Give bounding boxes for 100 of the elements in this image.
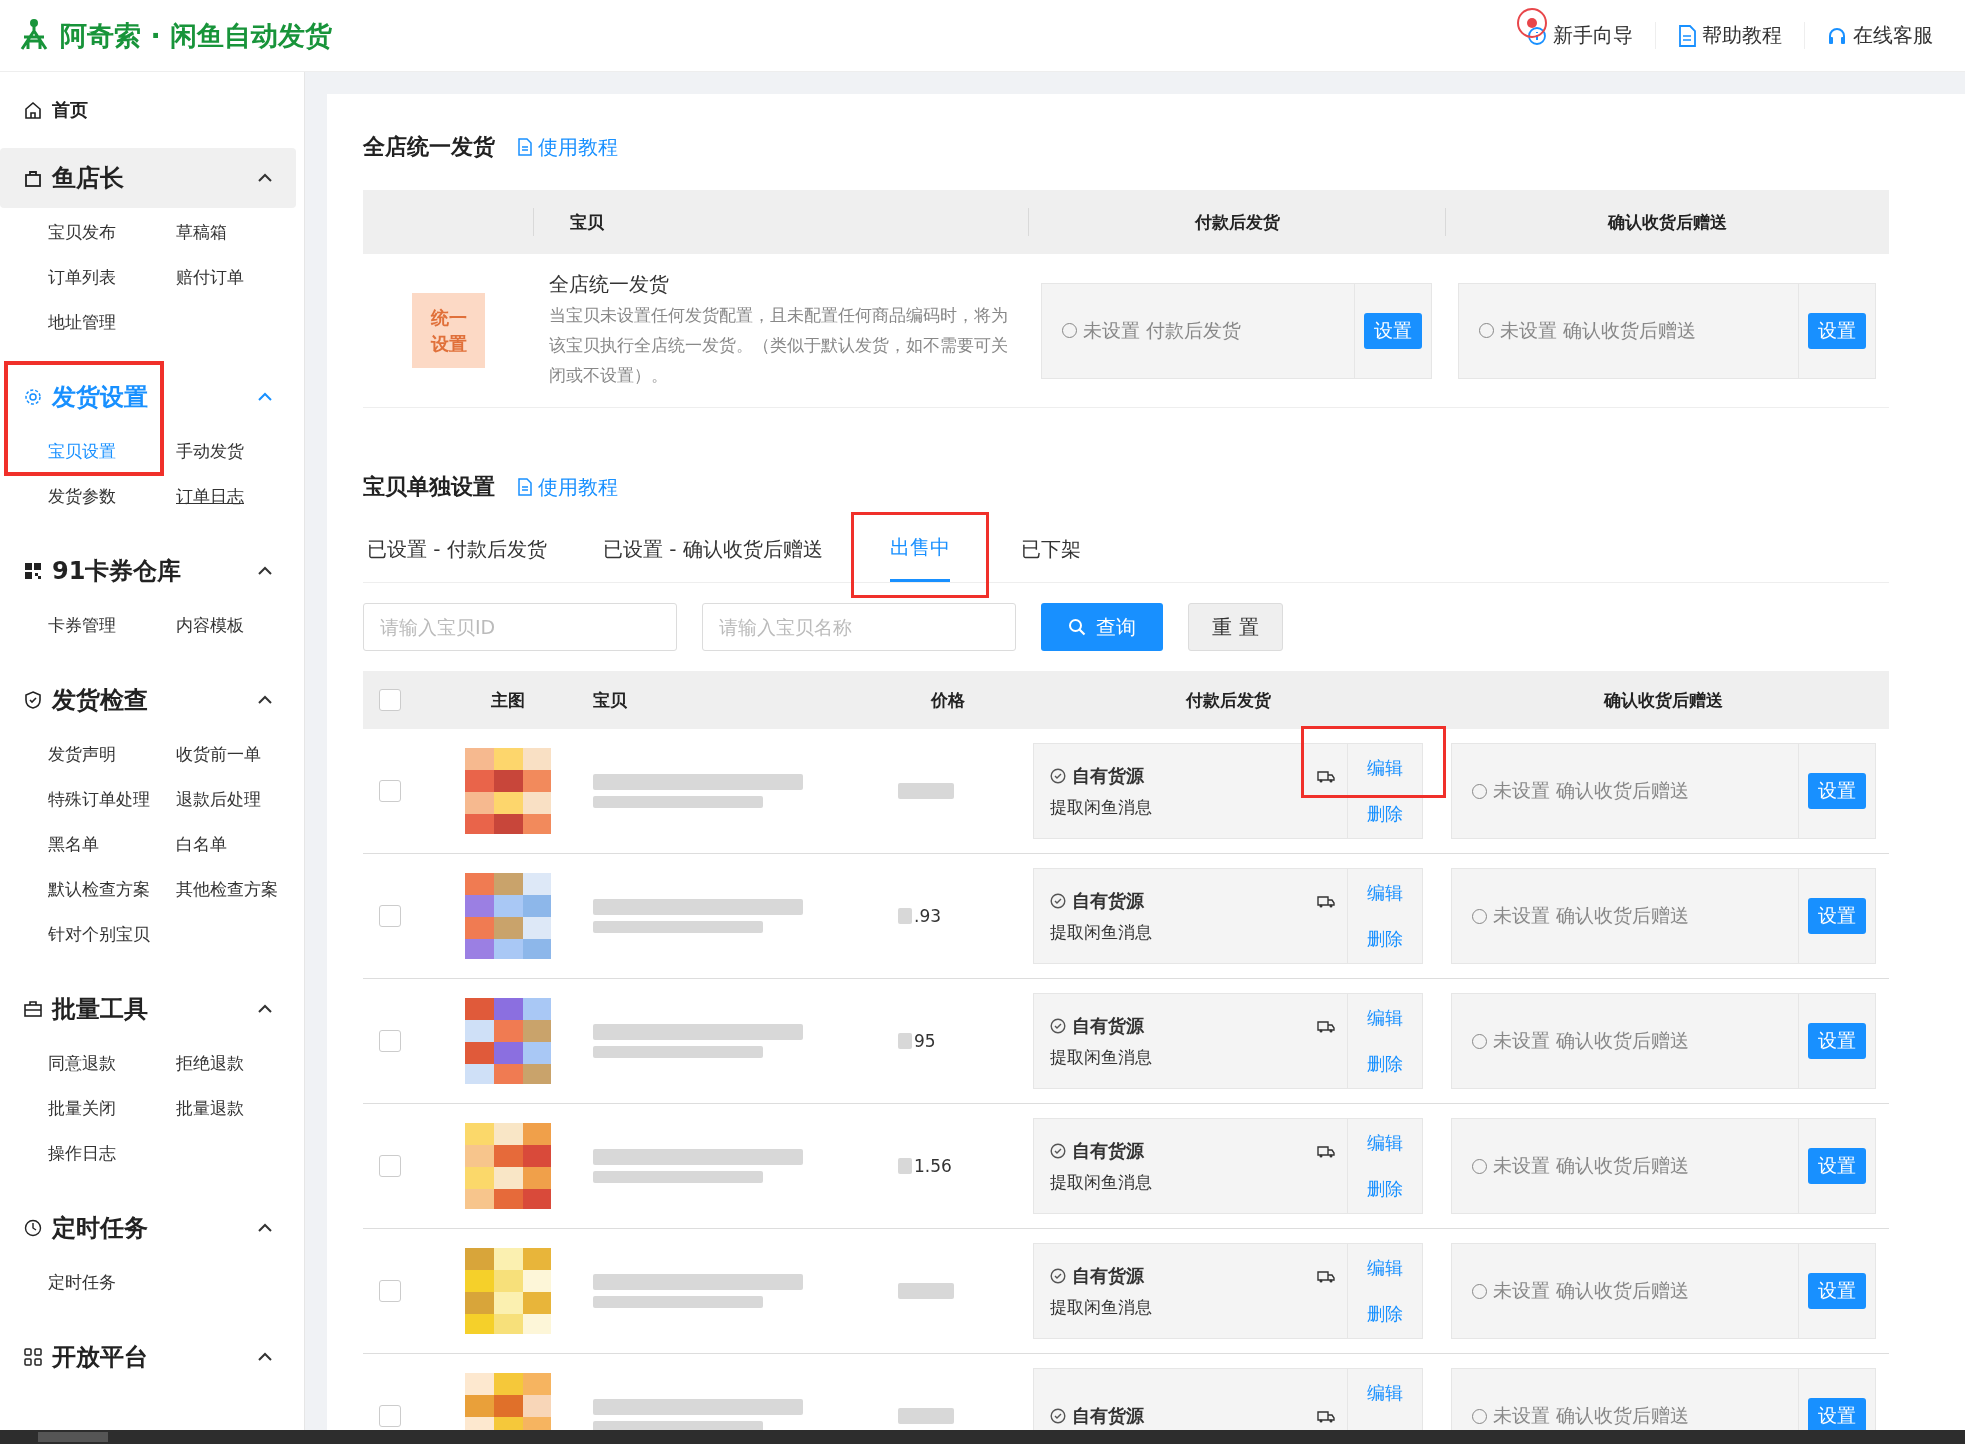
status-text: 未设置 付款后发货: [1042, 283, 1354, 378]
document-icon: [517, 138, 532, 156]
menu-group-header[interactable]: 发货检查: [0, 670, 296, 730]
blurred-text: [898, 908, 912, 924]
qr-icon: [24, 562, 42, 580]
header-link[interactable]: 帮助教程: [1655, 22, 1804, 49]
source-label: 自有货源: [1050, 763, 1144, 788]
truck-icon: [1317, 1018, 1335, 1033]
menu-group-header[interactable]: 鱼店长: [0, 148, 296, 208]
document-icon: [517, 478, 532, 496]
menu-item[interactable]: 地址管理: [48, 300, 176, 345]
menu-item[interactable]: 发货参数: [48, 474, 176, 519]
menu-item[interactable]: 订单日志: [176, 474, 304, 519]
menu-item[interactable]: 手动发货: [176, 429, 304, 474]
search-icon: [1068, 618, 1086, 636]
truck-icon: [1317, 893, 1335, 908]
row-checkbox[interactable]: [379, 1280, 401, 1302]
section-title: 宝贝单独设置: [363, 473, 495, 501]
apps-icon: [24, 1348, 42, 1366]
menu-item[interactable]: 针对个别宝贝: [48, 912, 176, 957]
menu-item[interactable]: 白名单: [176, 822, 304, 867]
row-checkbox[interactable]: [379, 905, 401, 927]
shield-icon: [24, 691, 42, 709]
column-header: 价格: [929, 689, 966, 712]
check-circle-icon: [1050, 1142, 1066, 1159]
status-text: 未设置 确认收货后赠送: [1452, 1244, 1798, 1338]
menu-item[interactable]: 退款后处理: [176, 777, 304, 822]
menu-group-header[interactable]: 批量工具: [0, 979, 296, 1039]
reset-button[interactable]: 重 置: [1188, 603, 1283, 651]
truck-icon: [1317, 1143, 1335, 1158]
menu-item[interactable]: 草稿箱: [176, 210, 304, 255]
column-header: 付款后发货: [1184, 689, 1272, 712]
headset-icon: [1827, 25, 1847, 46]
menu-item[interactable]: 订单列表: [48, 255, 176, 300]
menu-group-header[interactable]: 91卡券仓库: [0, 541, 296, 601]
action-text: 提取闲鱼消息: [1050, 1045, 1153, 1069]
check-circle-icon: [1050, 1017, 1066, 1034]
select-all-checkbox[interactable]: [379, 689, 401, 711]
clock-icon: [24, 1219, 42, 1237]
menu-item[interactable]: 赔付订单: [176, 255, 304, 300]
tab[interactable]: 已设置 - 确认收货后赠送: [598, 520, 827, 582]
column-header: 付款后发货: [1028, 208, 1445, 236]
menu-item[interactable]: 批量退款: [176, 1086, 304, 1131]
menu-item[interactable]: 宝贝发布: [48, 210, 176, 255]
menu-item[interactable]: 其他检查方案: [176, 867, 304, 912]
unified-badge: 统一 设置: [412, 293, 485, 368]
row-checkbox[interactable]: [379, 1155, 401, 1177]
home-menu-item[interactable]: 首页: [0, 86, 304, 134]
truck-icon: [1317, 1268, 1335, 1283]
tab[interactable]: 已设置 - 付款后发货: [363, 520, 551, 582]
menu-item[interactable]: 收货前一单: [176, 732, 304, 777]
action-text: 提取闲鱼消息: [1050, 920, 1153, 944]
action-text: 提取闲鱼消息: [1050, 1170, 1153, 1194]
menu-item[interactable]: 批量关闭: [48, 1086, 176, 1131]
blurred-text: [898, 783, 954, 799]
status-text: 未设置 确认收货后赠送: [1459, 283, 1798, 378]
menu-item[interactable]: 特殊订单处理: [48, 777, 176, 822]
source-label: 自有货源: [1050, 1138, 1144, 1163]
menu-item[interactable]: 操作日志: [48, 1131, 176, 1176]
column-header: 确认收货后赠送: [1445, 208, 1889, 236]
tab[interactable]: 已下架: [1016, 520, 1085, 582]
menu-group-header[interactable]: 定时任务: [0, 1198, 296, 1258]
price-text: 1.56: [914, 1156, 952, 1176]
menu-item[interactable]: 拒绝退款: [176, 1041, 304, 1086]
id-search-field[interactable]: 请输入宝贝ID: [363, 603, 677, 651]
description: 当宝贝未设置任何发货配置，且未配置任何商品编码时，将为该宝贝执行全店统一发货。（类似于默认发货，如不需要可关闭或不设置）。: [549, 304, 1008, 387]
menu-item[interactable]: 内容模板: [176, 603, 304, 648]
document-icon: [1678, 24, 1696, 47]
header-link[interactable]: 在线客服: [1804, 22, 1955, 49]
menu-item[interactable]: 同意退款: [48, 1041, 176, 1086]
check-circle-icon: [1050, 767, 1066, 784]
check-circle-icon: [1050, 1267, 1066, 1284]
menu-group-header[interactable]: 开放平台: [0, 1327, 296, 1387]
blurred-text: [898, 1283, 954, 1299]
menu-item[interactable]: 卡券管理: [48, 603, 176, 648]
blurred-text: [898, 1033, 912, 1049]
menu-item[interactable]: 定时任务: [48, 1260, 176, 1305]
row-checkbox[interactable]: [379, 1405, 401, 1427]
row-checkbox[interactable]: [379, 780, 401, 802]
item-name: 全店统一发货: [549, 271, 670, 298]
horizontal-scrollbar[interactable]: [0, 1430, 1965, 1444]
menu-item[interactable]: 黑名单: [48, 822, 176, 867]
status-text: 未设置 确认收货后赠送: [1452, 994, 1798, 1088]
status-text: 未设置 确认收货后赠送: [1452, 744, 1798, 838]
header-link[interactable]: 新手向导: [1505, 22, 1655, 49]
status-text: 未设置 确认收货后赠送: [1452, 1119, 1798, 1213]
source-label: 自有货源: [1050, 888, 1144, 913]
menu-item[interactable]: 发货声明: [48, 732, 176, 777]
app-title: 阿奇索 · 闲鱼自动发货: [60, 18, 333, 53]
truck-icon: [1317, 1409, 1335, 1423]
row-checkbox[interactable]: [379, 1030, 401, 1052]
info-icon: [1527, 25, 1547, 46]
menu-item[interactable]: 默认检查方案: [48, 867, 176, 912]
price-text: 95: [914, 1031, 936, 1051]
chevron-icon: [258, 1352, 272, 1362]
section-title: 全店统一发货: [363, 133, 495, 161]
chevron-icon: [258, 695, 272, 705]
name-search-field[interactable]: 请输入宝贝名称: [702, 603, 1016, 651]
briefcase-icon: [24, 1000, 42, 1018]
chevron-icon: [258, 1004, 272, 1014]
